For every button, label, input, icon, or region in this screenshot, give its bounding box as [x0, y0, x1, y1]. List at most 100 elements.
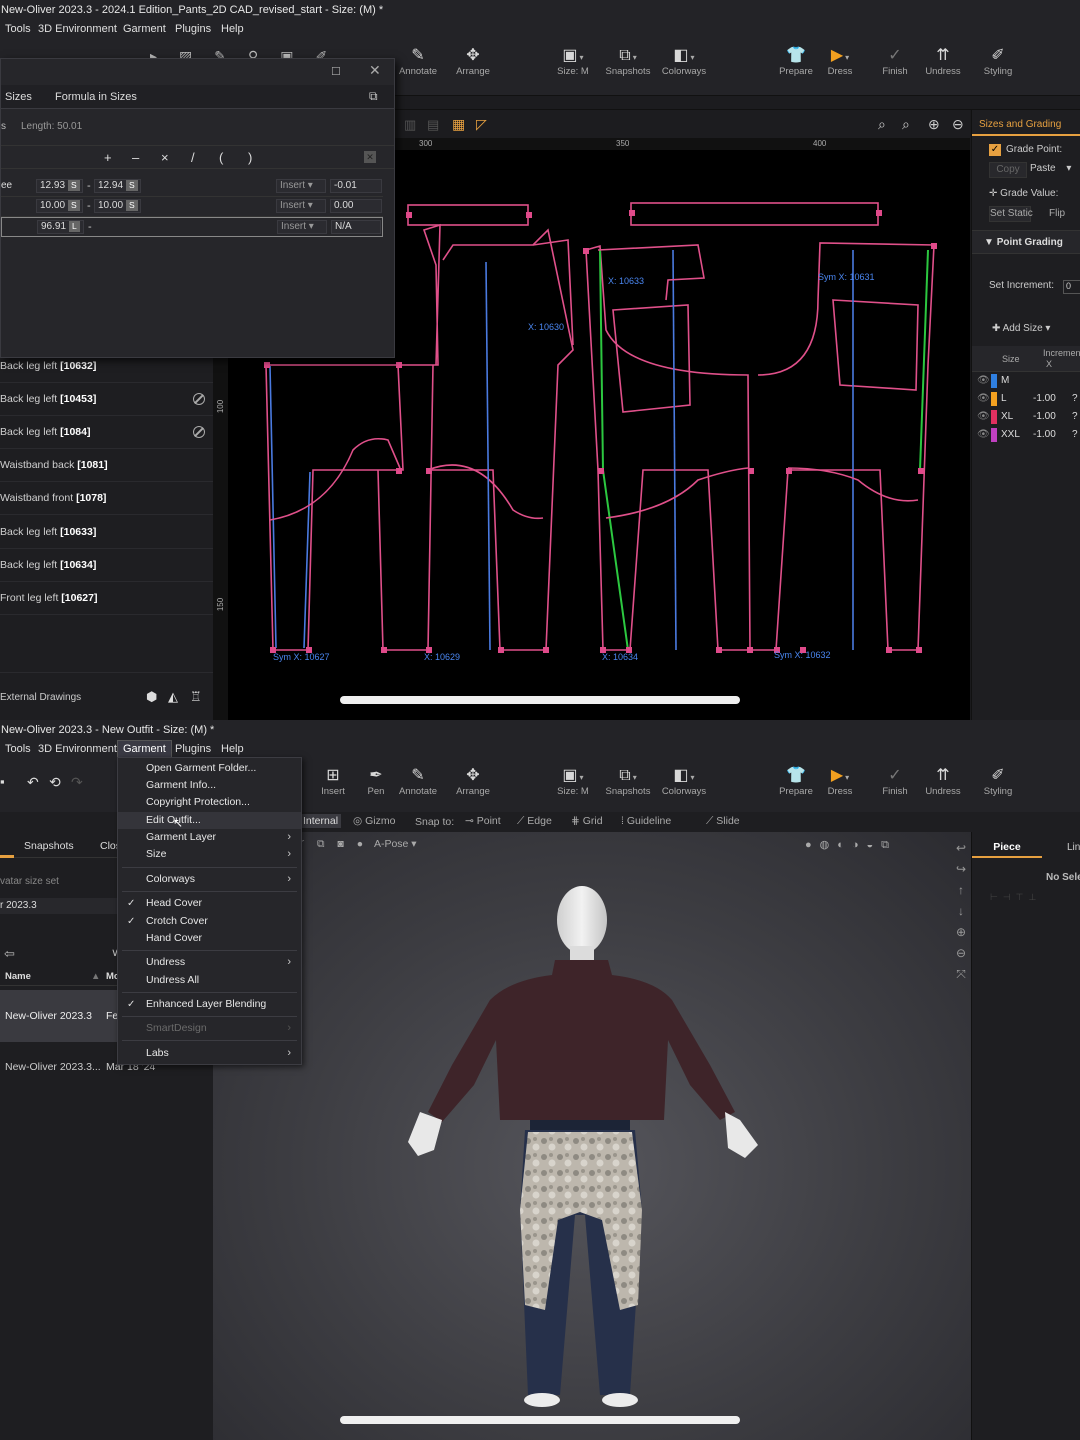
insert-dropdown[interactable]: Insert ▾: [276, 179, 326, 193]
undo-icon[interactable]: ↶: [27, 774, 39, 791]
add-size-button[interactable]: ✚ Add Size ▾: [992, 323, 1050, 334]
tool-snapshots[interactable]: ⧉ ▾ Snapshots: [598, 766, 658, 797]
redo-view-icon[interactable]: ↪: [953, 859, 969, 880]
zoom-select-icon[interactable]: ⌕: [902, 116, 910, 133]
tool-annotate[interactable]: ✎ Annotate: [388, 46, 448, 77]
hidden-icon[interactable]: [193, 426, 205, 438]
menu-3d-environment[interactable]: 3D Environment: [33, 740, 122, 758]
minus-button[interactable]: –: [132, 150, 139, 165]
menu-garment[interactable]: Garment: [118, 20, 171, 38]
pose-select[interactable]: A-Pose ▾: [374, 838, 417, 850]
piece-item[interactable]: Back leg left [10453]: [0, 383, 213, 416]
zoom-out-icon[interactable]: ⊖: [953, 943, 969, 964]
tool-undress[interactable]: ⇈ Undress: [913, 46, 973, 77]
menu-item-undress-all[interactable]: Undress All: [118, 972, 301, 989]
piece-item[interactable]: Back leg left [1084]: [0, 416, 213, 449]
tool-snapshots[interactable]: ⧉ ▾ Snapshots: [598, 46, 658, 77]
detach-icon[interactable]: ⧉: [369, 89, 378, 104]
menu-item-undress[interactable]: Undress ›: [118, 954, 301, 971]
delete-icon[interactable]: ✕: [364, 151, 376, 163]
grade-point-checkbox[interactable]: ✓: [989, 144, 1001, 156]
size-row-xl[interactable]: 👁 XL -1.00?: [972, 408, 1080, 426]
zoom-out-icon[interactable]: ⊖: [952, 116, 964, 133]
divide-button[interactable]: /: [191, 150, 195, 165]
avatar-version-select[interactable]: r 2023.3: [0, 898, 118, 914]
tool-styling[interactable]: ✐ Styling: [968, 46, 1028, 77]
formula-row[interactable]: ee 12.93 S - 12.94 S Insert ▾ -0.01: [1, 177, 383, 197]
view-icon[interactable]: ⧉: [317, 838, 325, 850]
zoom-in-icon[interactable]: ⊕: [928, 116, 940, 133]
maximize-icon[interactable]: ☐: [331, 65, 341, 78]
increment-input[interactable]: 0: [1063, 280, 1080, 294]
multiply-button[interactable]: ×: [161, 150, 169, 165]
set-static-button[interactable]: Set Static: [989, 206, 1033, 222]
open-paren-button[interactable]: (: [219, 150, 223, 165]
menu-item-edit-outfit[interactable]: Edit Outfit... ↖: [118, 812, 301, 830]
gizmo-toggle[interactable]: ◎ Gizmo: [353, 815, 395, 827]
hidden-icon[interactable]: [193, 393, 205, 405]
insert-dropdown[interactable]: Insert ▾: [276, 199, 326, 213]
save-icon[interactable]: ▪: [0, 774, 5, 789]
tool-undress[interactable]: ⇈ Undress: [913, 766, 973, 797]
menu-item-size[interactable]: Size ›: [118, 846, 301, 863]
size-value-field[interactable]: 12.94 S: [94, 179, 141, 193]
trophy-icon[interactable]: ♖: [190, 689, 202, 705]
menu-item-enhanced-layer-blending[interactable]: ✓ Enhanced Layer Blending: [118, 996, 301, 1013]
light-icon[interactable]: ●: [357, 838, 363, 850]
tool-colorways[interactable]: ◧ ▾ Colorways: [654, 46, 714, 77]
size-row-l[interactable]: 👁 L -1.00?: [972, 390, 1080, 408]
menu-help[interactable]: Help: [216, 20, 249, 38]
menu-plugins[interactable]: Plugins: [170, 20, 216, 38]
tool-dress[interactable]: ▶ ▾ Dress: [810, 766, 870, 797]
history-icon[interactable]: ⟲: [49, 774, 61, 791]
paste-button[interactable]: Paste ▾: [1030, 162, 1071, 176]
chart-icon[interactable]: ◭: [168, 689, 178, 705]
canvas-scrollbar[interactable]: [340, 696, 740, 704]
redo-icon[interactable]: ↷: [71, 774, 83, 791]
menu-3d-environment[interactable]: 3D Environment: [33, 20, 122, 38]
import-icon[interactable]: ⬢: [146, 689, 157, 705]
grid-icon[interactable]: ▦: [452, 116, 465, 133]
menu-help[interactable]: Help: [216, 740, 249, 758]
plus-button[interactable]: +: [104, 150, 112, 165]
size-value-field[interactable]: 10.00 S: [94, 199, 141, 213]
piece-item[interactable]: Waistband front [1078]: [0, 482, 213, 515]
slide-toggle[interactable]: ⟋ Slide: [706, 815, 740, 828]
size-value-field[interactable]: 12.93 S: [36, 179, 83, 193]
menu-garment[interactable]: Garment: [117, 740, 172, 758]
menu-item-garment-info[interactable]: Garment Info...: [118, 777, 301, 794]
menu-tools[interactable]: Tools: [0, 20, 36, 38]
ruler-icon[interactable]: ◸: [476, 116, 487, 133]
tool-size[interactable]: ▣ ▾ Size: M: [543, 766, 603, 797]
tool-dress[interactable]: ▶ ▾ Dress: [810, 46, 870, 77]
render-mode-icons[interactable]: ●◍◐◑◒⧉: [805, 838, 897, 852]
zoom-in-icon[interactable]: ⊕: [953, 922, 969, 943]
tab-formula-in-sizes[interactable]: Formula in Sizes: [55, 91, 137, 103]
snap-grid-toggle[interactable]: ⋕ Grid: [571, 815, 603, 827]
canvas-tool-icon[interactable]: ▥: [404, 117, 416, 133]
camera-icon[interactable]: ◙: [337, 838, 343, 850]
undo-view-icon[interactable]: ↩: [953, 838, 969, 859]
flip-button[interactable]: Flip: [1049, 208, 1065, 219]
formula-row[interactable]: 10.00 S - 10.00 S Insert ▾ 0.00: [1, 197, 383, 217]
snap-edge-toggle[interactable]: ⟋ Edge: [517, 815, 552, 828]
close-paren-button[interactable]: ): [248, 150, 252, 165]
fit-icon[interactable]: ⤧: [953, 964, 969, 985]
menu-item-open-garment-folder[interactable]: Open Garment Folder...: [118, 760, 301, 777]
menu-plugins[interactable]: Plugins: [170, 740, 216, 758]
tool-colorways[interactable]: ◧ ▾ Colorways: [654, 766, 714, 797]
avatar-3d[interactable]: [380, 880, 800, 1420]
menu-item-head-cover[interactable]: ✓ Head Cover: [118, 895, 301, 912]
point-grading-header[interactable]: ▼ Point Grading: [972, 230, 1080, 254]
tab-sizes[interactable]: Sizes: [5, 91, 32, 103]
menu-item-labs[interactable]: Labs ›: [118, 1045, 301, 1062]
size-row-xxl[interactable]: 👁 XXL -1.00?: [972, 426, 1080, 444]
piece-item[interactable]: Front leg left [10627]: [0, 582, 213, 615]
tool-size[interactable]: ▣ ▾ Size: M: [543, 46, 603, 77]
size-value-field[interactable]: 96.91 L: [37, 220, 84, 234]
piece-item[interactable]: Back leg left [10633]: [0, 516, 213, 549]
tool-arrange[interactable]: ✥ Arrange: [443, 46, 503, 77]
move-down-icon[interactable]: ↓: [953, 901, 969, 922]
move-up-icon[interactable]: ↑: [953, 880, 969, 901]
copy-button[interactable]: Copy: [989, 162, 1027, 178]
